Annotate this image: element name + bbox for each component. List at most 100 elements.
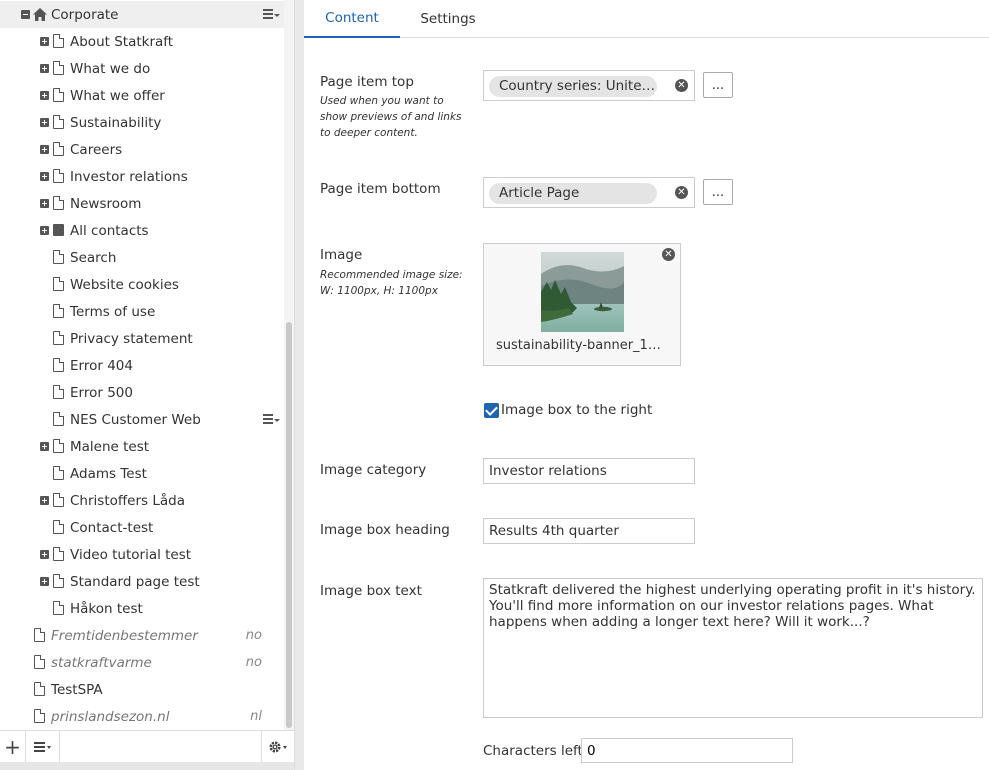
expand-icon[interactable] (40, 577, 49, 586)
page-item-top-value[interactable]: Country series: United ... (489, 76, 657, 97)
expand-icon[interactable] (40, 37, 49, 46)
page-icon (53, 142, 64, 156)
tree-item[interactable]: Video tutorial test (0, 541, 284, 568)
language-badge: no (245, 628, 262, 643)
tree-item-label: Adams Test (70, 465, 147, 482)
language-badge: no (245, 655, 262, 670)
page-icon (53, 439, 64, 453)
page-icon (53, 61, 64, 75)
page-item-bottom-browse-button[interactable]: ... (703, 179, 733, 205)
expand-icon[interactable] (40, 172, 49, 181)
page-icon (53, 115, 64, 129)
expand-icon[interactable] (40, 442, 49, 451)
page-item-top-browse-button[interactable]: ... (703, 72, 733, 98)
page-icon (53, 574, 64, 588)
tree-item[interactable]: Christoffers Låda (0, 487, 284, 514)
image-box-right-checkbox[interactable] (484, 402, 499, 418)
home-icon (33, 8, 47, 21)
image-box-heading-label: Image box heading (320, 522, 450, 538)
page-icon (53, 34, 64, 48)
add-page-button[interactable]: + (0, 731, 26, 762)
tree-item[interactable]: What we do (0, 55, 284, 82)
page-icon (53, 250, 64, 264)
tree-item[interactable]: NES Customer Web (0, 406, 284, 433)
expand-icon[interactable] (40, 64, 49, 73)
tree-item[interactable]: Search (0, 244, 284, 271)
tree-item[interactable]: Adams Test (0, 460, 284, 487)
collapse-icon[interactable] (21, 10, 30, 19)
characters-left-input[interactable] (581, 738, 793, 763)
image-box-heading-input[interactable] (483, 518, 695, 544)
tree-item[interactable]: Error 500 (0, 379, 284, 406)
clear-icon[interactable]: ✕ (675, 79, 688, 92)
tree-item[interactable]: Standard page test (0, 568, 284, 595)
expand-icon[interactable] (40, 496, 49, 505)
tree-item-label: NES Customer Web (70, 411, 201, 428)
tree-item[interactable]: Investor relations (0, 163, 284, 190)
page-item-bottom-field[interactable]: Article Page ✕ (483, 177, 695, 208)
tree-item[interactable]: Malene test (0, 433, 284, 460)
image-category-input[interactable] (483, 458, 695, 484)
list-menu-icon (33, 741, 51, 752)
page-item-bottom-value[interactable]: Article Page (489, 183, 657, 204)
tree-site[interactable]: TestSPA (0, 676, 284, 703)
tree-options-button[interactable] (26, 731, 60, 762)
tree-root-corporate[interactable]: Corporate (0, 1, 284, 28)
tree-item[interactable]: Privacy statement (0, 325, 284, 352)
page-icon (53, 331, 64, 345)
expand-icon[interactable] (40, 226, 49, 235)
tree-settings-button[interactable] (262, 731, 294, 762)
tree-item[interactable]: What we offer (0, 82, 284, 109)
tab-content[interactable]: Content (304, 0, 400, 38)
tab-settings[interactable]: Settings (400, 0, 496, 38)
expand-icon[interactable] (40, 91, 49, 100)
expand-icon[interactable] (40, 199, 49, 208)
page-icon (34, 709, 45, 723)
tree-item[interactable]: Website cookies (0, 271, 284, 298)
page-icon (53, 304, 64, 318)
characters-left-label: Characters left: (483, 743, 588, 759)
tree-site-label: TestSPA (51, 681, 103, 698)
image-field[interactable]: ✕ sustainability-banner_110... (483, 243, 681, 366)
image-box-right-option[interactable]: Image box to the right (484, 402, 652, 418)
image-category-label: Image category (320, 462, 427, 478)
tree-item-label: Standard page test (70, 573, 200, 590)
image-box-right-label[interactable]: Image box to the right (501, 402, 652, 418)
expand-icon[interactable] (40, 550, 49, 559)
tree-item[interactable]: All contacts (0, 217, 284, 244)
tree-search-input[interactable] (60, 731, 262, 762)
tree-item-label: Error 500 (70, 384, 133, 401)
page-icon (53, 466, 64, 480)
tree-site[interactable]: Fremtidenbestemmer no (0, 622, 284, 649)
tree-root-label: Corporate (51, 6, 119, 23)
tree-site[interactable]: statkraftvarme no (0, 649, 284, 676)
expand-icon[interactable] (40, 118, 49, 127)
clear-icon[interactable]: ✕ (675, 186, 688, 199)
image-box-text-area[interactable]: Statkraft delivered the highest underlyi… (483, 578, 983, 718)
tree-item[interactable]: About Statkraft (0, 28, 284, 55)
expand-icon[interactable] (40, 145, 49, 154)
tree-item[interactable]: Sustainability (0, 109, 284, 136)
panel-splitter[interactable] (294, 0, 304, 770)
page-icon (34, 655, 45, 669)
tree-item-label: Malene test (70, 438, 150, 455)
tree-item-label: Video tutorial test (70, 546, 192, 563)
tree-scrollbar-thumb[interactable] (286, 322, 292, 728)
tree-item-label: Contact-test (70, 519, 154, 536)
page-item-top-field[interactable]: Country series: United ... ✕ (483, 70, 695, 101)
tree-item[interactable]: Newsroom (0, 190, 284, 217)
context-menu-icon[interactable] (263, 9, 280, 21)
image-thumbnail[interactable] (541, 252, 624, 332)
tree-horizontal-scrollbar[interactable] (0, 762, 294, 770)
tree-item[interactable]: Careers (0, 136, 284, 163)
tree-item[interactable]: Error 404 (0, 352, 284, 379)
context-menu-icon[interactable] (263, 414, 280, 426)
tree-item[interactable]: Terms of use (0, 298, 284, 325)
clear-icon[interactable]: ✕ (662, 248, 675, 261)
tree-item[interactable]: Håkon test (0, 595, 284, 622)
tree-scrollbar[interactable] (284, 0, 294, 730)
tree-site[interactable]: prinslandsezon.nl nl (0, 703, 284, 730)
page-icon (53, 520, 64, 534)
tree-item[interactable]: Contact-test (0, 514, 284, 541)
folder-icon (53, 224, 64, 236)
